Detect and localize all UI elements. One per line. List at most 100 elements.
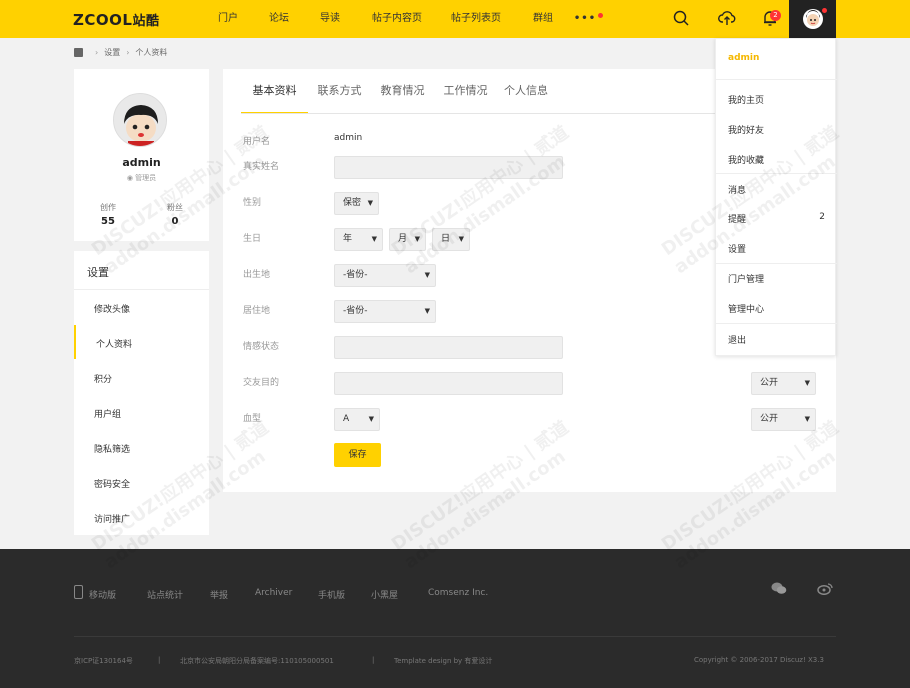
nav-item-post-content[interactable]: 帖子内容页 (358, 0, 436, 38)
chevron-down-icon: ▼ (414, 235, 420, 243)
more-notify-dot (598, 13, 603, 18)
tab-education[interactable]: 教育情况 (371, 69, 434, 114)
dropdown-item-settings[interactable]: 设置 (728, 242, 746, 255)
dropdown-item-home[interactable]: 我的主页 (728, 93, 764, 106)
relationship-label: 情感状态 (243, 342, 280, 352)
dropdown-item-logout[interactable]: 退出 (728, 333, 746, 346)
dropdown-item-messages[interactable]: 消息 (728, 183, 746, 196)
reminder-count: 2 (819, 212, 825, 222)
birthplace-select[interactable]: -省份- ▼ (334, 264, 436, 287)
menu-item-password[interactable]: 密码安全 (94, 477, 130, 490)
chevron-down-icon: ▼ (371, 235, 377, 243)
main-nav: 门户 论坛 导读 帖子内容页 帖子列表页 群组 ••• (200, 0, 603, 38)
dropdown-item-admin-center[interactable]: 管理中心 (728, 302, 764, 315)
chevron-down-icon: ▼ (367, 199, 373, 207)
username-value: admin (334, 133, 363, 143)
stat-fans[interactable]: 粉丝 0 (155, 202, 195, 227)
purpose-privacy-select[interactable]: 公开 ▼ (751, 372, 816, 395)
relationship-input[interactable] (334, 336, 563, 359)
search-icon[interactable] (672, 9, 690, 27)
footer-link-blackroom[interactable]: 小黑屋 (371, 588, 398, 601)
birth-year-select[interactable]: 年 ▼ (334, 228, 383, 251)
profile-role: ◉ 管理员 (126, 174, 157, 182)
dropdown-item-friends[interactable]: 我的好友 (728, 123, 764, 136)
footer-template-credit[interactable]: Template design by 有爱设计 (394, 656, 492, 666)
notification-badge: 2 (770, 10, 781, 21)
divider (716, 79, 837, 80)
footer-link-stats[interactable]: 站点统计 (147, 588, 183, 601)
profile-name[interactable]: admin (74, 156, 209, 169)
footer-icp[interactable]: 京ICP证130164号 (74, 656, 133, 666)
home-icon[interactable] (74, 47, 83, 57)
chevron-down-icon: ▼ (424, 271, 430, 279)
site-logo[interactable]: ZCOOL站酷 (73, 10, 159, 29)
footer-link-comsenz[interactable]: Comsenz Inc. (428, 588, 488, 598)
nav-item-post-list[interactable]: 帖子列表页 (436, 0, 516, 38)
dropdown-username[interactable]: admin (728, 53, 759, 63)
purpose-label: 交友目的 (243, 378, 280, 388)
birth-month-select[interactable]: 月 ▼ (389, 228, 426, 251)
birth-day-select[interactable]: 日 ▼ (432, 228, 470, 251)
breadcrumb-settings[interactable]: 设置 (104, 47, 120, 58)
nav-item-forum[interactable]: 论坛 (256, 0, 302, 38)
blood-privacy-select[interactable]: 公开 ▼ (751, 408, 816, 431)
user-avatar-small[interactable] (803, 9, 823, 29)
gender-select[interactable]: 保密 ▼ (334, 192, 379, 215)
menu-item-avatar[interactable]: 修改头像 (94, 302, 130, 315)
footer-link-mobile[interactable]: 移动版 (89, 588, 116, 601)
birthplace-label: 出生地 (243, 270, 271, 280)
divider (716, 173, 837, 174)
wechat-icon[interactable] (771, 582, 787, 595)
tab-basic[interactable]: 基本资料 (241, 69, 308, 114)
menu-item-profile[interactable]: 个人资料 (96, 337, 132, 350)
gender-label: 性别 (243, 198, 262, 208)
blood-select[interactable]: A ▼ (334, 408, 380, 431)
nav-more-button[interactable]: ••• (570, 0, 603, 38)
nav-item-group[interactable]: 群组 (516, 0, 570, 38)
blood-label: 血型 (243, 414, 262, 424)
footer-divider: | (158, 656, 161, 664)
dropdown-item-favorites[interactable]: 我的收藏 (728, 153, 764, 166)
residence-select[interactable]: -省份- ▼ (334, 300, 436, 323)
upload-cloud-icon[interactable] (718, 9, 736, 27)
menu-item-usergroup[interactable]: 用户组 (94, 407, 121, 420)
divider (716, 263, 837, 264)
tab-work[interactable]: 工作情况 (434, 69, 497, 114)
breadcrumb: › 设置 › 个人资料 (74, 45, 167, 59)
save-button[interactable]: 保存 (334, 443, 381, 467)
purpose-input[interactable] (334, 372, 563, 395)
menu-item-promotion[interactable]: 访问推广 (94, 512, 130, 525)
footer-police-record[interactable]: 北京市公安局朝阳分局备案编号:110105000501 (180, 656, 334, 666)
birthday-label: 生日 (243, 234, 262, 244)
dropdown-item-reminders[interactable]: 提醒 (728, 212, 746, 225)
site-footer: 移动版 站点统计 举报 Archiver 手机版 小黑屋 Comsenz Inc… (0, 549, 910, 688)
footer-link-archiver[interactable]: Archiver (255, 588, 292, 598)
footer-link-phone[interactable]: 手机版 (318, 588, 345, 601)
user-dropdown-menu: admin 我的主页 我的好友 我的收藏 消息 提醒 2 设置 门户管理 管理中… (715, 38, 837, 356)
tab-personal[interactable]: 个人信息 (497, 69, 555, 114)
mobile-icon (74, 585, 83, 599)
nav-item-guide[interactable]: 导读 (302, 0, 358, 38)
profile-tabs: 基本资料 联系方式 教育情况 工作情况 个人信息 (241, 69, 555, 114)
chevron-down-icon: ▼ (458, 235, 464, 243)
menu-item-credits[interactable]: 积分 (94, 372, 112, 385)
divider (716, 323, 837, 324)
realname-label: 真实姓名 (243, 162, 280, 172)
weibo-icon[interactable] (817, 582, 833, 595)
tab-contact[interactable]: 联系方式 (308, 69, 371, 114)
dropdown-item-portal-admin[interactable]: 门户管理 (728, 272, 764, 285)
location-pin-icon: ◉ (126, 174, 136, 182)
chevron-down-icon: ▼ (424, 307, 430, 315)
menu-item-privacy[interactable]: 隐私筛选 (94, 442, 130, 455)
avatar[interactable] (113, 93, 167, 147)
footer-link-report[interactable]: 举报 (210, 588, 228, 601)
breadcrumb-profile: 个人资料 (135, 47, 168, 57)
stat-works[interactable]: 创作 55 (88, 202, 128, 227)
top-header: ZCOOL站酷 门户 论坛 导读 帖子内容页 帖子列表页 群组 ••• 2 (0, 0, 910, 38)
footer-divider: | (372, 656, 375, 664)
nav-item-portal[interactable]: 门户 (200, 0, 256, 38)
breadcrumb-separator: › (95, 47, 99, 57)
realname-input[interactable] (334, 156, 563, 179)
settings-title: 设置 (87, 266, 109, 279)
active-indicator (74, 325, 76, 359)
